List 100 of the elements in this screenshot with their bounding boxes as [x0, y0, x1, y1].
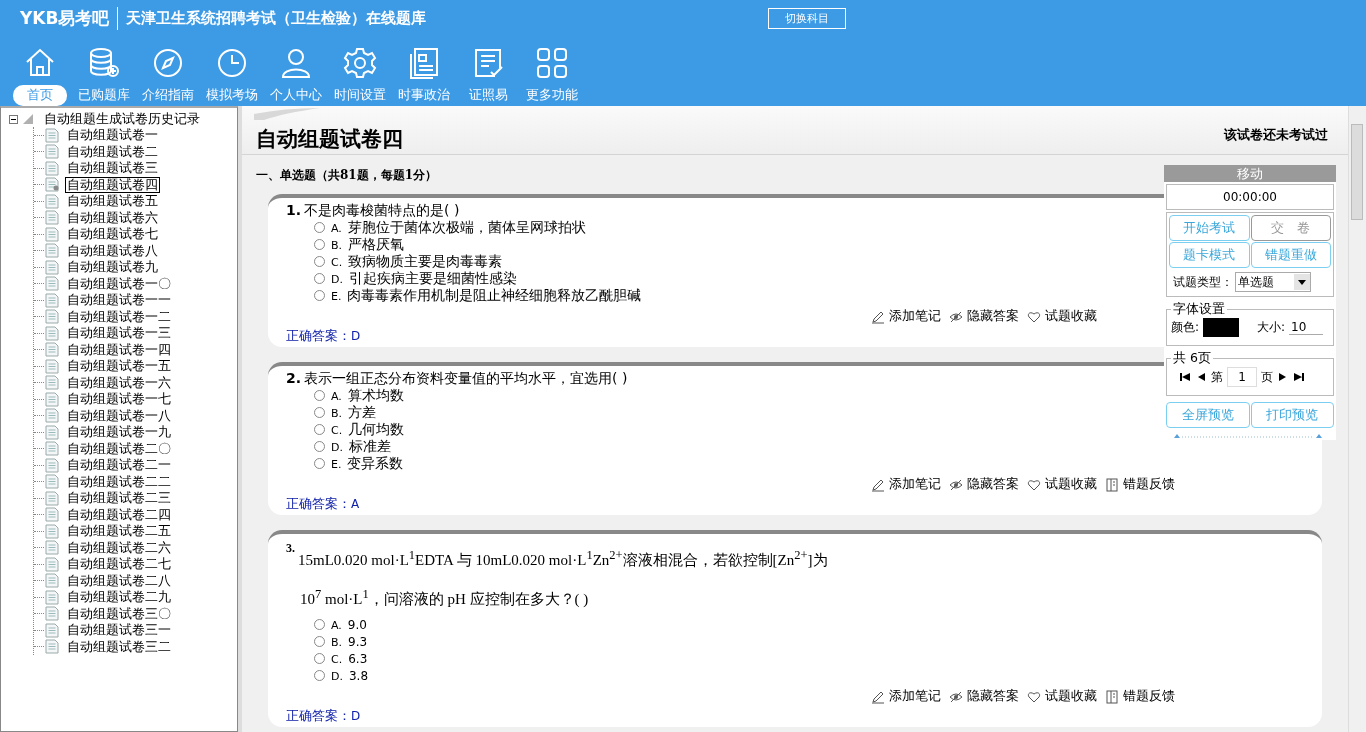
- type-dropdown[interactable]: 单选题: [1235, 272, 1311, 292]
- radio-button[interactable]: [314, 222, 325, 233]
- document-icon: [45, 507, 59, 523]
- tree-item[interactable]: 自动组题试卷一八: [65, 407, 173, 424]
- color-swatch[interactable]: [1203, 318, 1240, 337]
- tree-item[interactable]: 自动组题试卷九: [65, 259, 160, 276]
- book-icon: [1105, 477, 1119, 492]
- tree-item[interactable]: 自动组题试卷二: [65, 143, 160, 160]
- radio-button[interactable]: [314, 670, 325, 681]
- eye-icon: [949, 477, 963, 492]
- tree-item[interactable]: 自动组题试卷一三: [65, 325, 173, 342]
- action-link[interactable]: 试题收藏: [1045, 308, 1097, 325]
- action-link[interactable]: 隐藏答案: [967, 476, 1019, 493]
- tree-item[interactable]: 自动组题试卷三: [65, 160, 160, 177]
- pencil-icon: [871, 477, 885, 492]
- group-label: 字体设置: [1172, 301, 1226, 318]
- tree-item[interactable]: 自动组题试卷三一: [65, 622, 173, 639]
- tree-item[interactable]: 自动组题试卷一一: [65, 292, 173, 309]
- option-text: D. 标准差: [331, 437, 391, 456]
- tree-item[interactable]: 自动组题试卷一五: [65, 358, 173, 375]
- document-icon: [45, 606, 59, 622]
- document-icon: [45, 342, 59, 358]
- tree-item[interactable]: 自动组题试卷二七: [65, 556, 173, 573]
- tree-item[interactable]: 自动组题试卷一九: [65, 424, 173, 441]
- section-heading: 一、单选题（共81题，每题1分）: [256, 167, 438, 184]
- tree-item[interactable]: 自动组题试卷二一: [65, 457, 173, 474]
- tree-item[interactable]: 自动组题试卷二〇: [65, 440, 173, 457]
- action-link[interactable]: 隐藏答案: [967, 688, 1019, 705]
- tree-item[interactable]: 自动组题试卷五: [65, 193, 160, 210]
- radio-button[interactable]: [314, 653, 325, 664]
- radio-button[interactable]: [314, 273, 325, 284]
- first-page-icon[interactable]: [1179, 372, 1191, 382]
- tree-item[interactable]: 自动组题试卷二五: [65, 523, 173, 540]
- action-link[interactable]: 添加笔记: [889, 476, 941, 493]
- radio-button[interactable]: [314, 458, 325, 469]
- action-link[interactable]: 添加笔记: [889, 688, 941, 705]
- document-icon: [45, 589, 59, 605]
- radio-button[interactable]: [314, 407, 325, 418]
- tree-item[interactable]: 自动组题试卷一二: [65, 308, 173, 325]
- group-label: 共 6页: [1172, 350, 1212, 367]
- size-field[interactable]: 10: [1289, 320, 1324, 335]
- tree-item[interactable]: 自动组题试卷一〇: [65, 275, 173, 292]
- tree-item[interactable]: 自动组题试卷二四: [65, 506, 173, 523]
- document-icon: [45, 259, 59, 275]
- document-icon: [45, 226, 59, 242]
- color-label: 颜色:: [1171, 319, 1200, 336]
- option-text: B. 严格厌氧: [331, 235, 405, 254]
- option-text: A. 算术均数: [331, 386, 404, 405]
- tree-item[interactable]: 自动组题试卷三二: [65, 638, 173, 655]
- scrollbar[interactable]: [1348, 106, 1366, 732]
- document-icon: [45, 292, 59, 308]
- document-icon: [45, 408, 59, 424]
- correct-answer: 正确答案：D: [286, 707, 361, 725]
- correct-answer: 正确答案：A: [286, 495, 360, 513]
- option-text: C. 致病物质主要是肉毒毒素: [331, 252, 503, 271]
- radio-button[interactable]: [314, 390, 325, 401]
- page-field[interactable]: 1: [1227, 367, 1257, 387]
- tree-item[interactable]: 自动组题试卷一六: [65, 374, 173, 391]
- radio-button[interactable]: [314, 619, 325, 630]
- tree-item[interactable]: 自动组题试卷六: [65, 209, 160, 226]
- action-link[interactable]: 错题反馈: [1123, 476, 1175, 493]
- tree-item[interactable]: 自动组题试卷一: [65, 127, 160, 144]
- tree-item[interactable]: 自动组题试卷二九: [65, 589, 173, 606]
- radio-button[interactable]: [314, 239, 325, 250]
- action-link[interactable]: 错题反馈: [1123, 688, 1175, 705]
- document-icon: [45, 210, 59, 226]
- tree-item[interactable]: 自动组题试卷一四: [65, 341, 173, 358]
- radio-button[interactable]: [314, 424, 325, 435]
- tree-item[interactable]: 自动组题试卷七: [65, 226, 160, 243]
- timer-display: 00:00:00: [1166, 184, 1334, 210]
- document-icon: [45, 309, 59, 325]
- tree-root-label[interactable]: 自动组题生成试卷历史记录: [44, 110, 200, 128]
- tree-item[interactable]: 自动组题试卷二二: [65, 473, 173, 490]
- tree-item[interactable]: 自动组题试卷二六: [65, 539, 173, 556]
- option-text: C. 几何均数: [331, 420, 405, 439]
- tree-item[interactable]: 自动组题试卷八: [65, 242, 160, 259]
- radio-button[interactable]: [314, 636, 325, 647]
- tree-item[interactable]: 自动组题试卷二三: [65, 490, 173, 507]
- document-icon: [45, 441, 59, 457]
- document-icon: [45, 375, 59, 391]
- tree-item[interactable]: 自动组题试卷三〇: [65, 605, 173, 622]
- tree-item[interactable]: 自动组题试卷一七: [65, 391, 173, 408]
- action-link[interactable]: 试题收藏: [1045, 476, 1097, 493]
- radio-button[interactable]: [314, 290, 325, 301]
- compass-icon: [151, 46, 185, 80]
- action-link[interactable]: 试题收藏: [1045, 688, 1097, 705]
- scroll-thumb[interactable]: [1351, 124, 1363, 220]
- document-icon: [45, 391, 59, 407]
- tree-item[interactable]: 自动组题试卷四: [65, 176, 160, 193]
- action-link[interactable]: 隐藏答案: [967, 308, 1019, 325]
- radio-button[interactable]: [314, 441, 325, 452]
- last-page-icon[interactable]: [1293, 372, 1305, 382]
- document-icon: [45, 523, 59, 539]
- collapse-toggle[interactable]: [9, 114, 18, 124]
- tree-item[interactable]: 自动组题试卷二八: [65, 572, 173, 589]
- option-text: B. 方差: [331, 403, 377, 422]
- radio-button[interactable]: [314, 256, 325, 267]
- option-text: B. 9.3: [331, 634, 368, 649]
- document-icon: [45, 622, 59, 638]
- action-link[interactable]: 添加笔记: [889, 308, 941, 325]
